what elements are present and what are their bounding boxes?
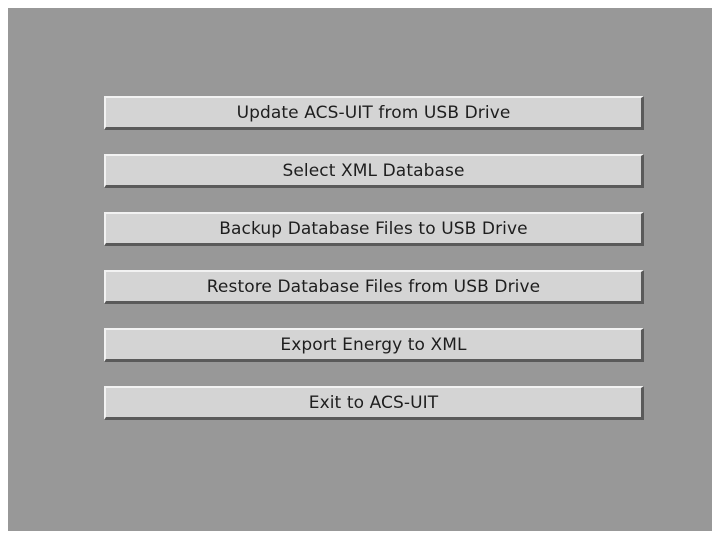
backup-database-button[interactable]: Backup Database Files to USB Drive bbox=[104, 212, 644, 246]
update-from-usb-button[interactable]: Update ACS-UIT from USB Drive bbox=[104, 96, 644, 130]
select-xml-database-button[interactable]: Select XML Database bbox=[104, 154, 644, 188]
restore-database-button[interactable]: Restore Database Files from USB Drive bbox=[104, 270, 644, 304]
utility-screen: Update ACS-UIT from USB Drive Select XML… bbox=[8, 8, 712, 531]
select-xml-database-label: Select XML Database bbox=[282, 160, 465, 181]
utility-menu: Update ACS-UIT from USB Drive Select XML… bbox=[104, 96, 644, 444]
export-energy-button[interactable]: Export Energy to XML bbox=[104, 328, 644, 362]
backup-database-label: Backup Database Files to USB Drive bbox=[219, 218, 528, 239]
exit-label: Exit to ACS-UIT bbox=[308, 392, 439, 413]
export-energy-label: Export Energy to XML bbox=[280, 334, 467, 355]
exit-button[interactable]: Exit to ACS-UIT bbox=[104, 386, 644, 420]
restore-database-label: Restore Database Files from USB Drive bbox=[206, 276, 541, 297]
update-from-usb-label: Update ACS-UIT from USB Drive bbox=[236, 102, 511, 123]
